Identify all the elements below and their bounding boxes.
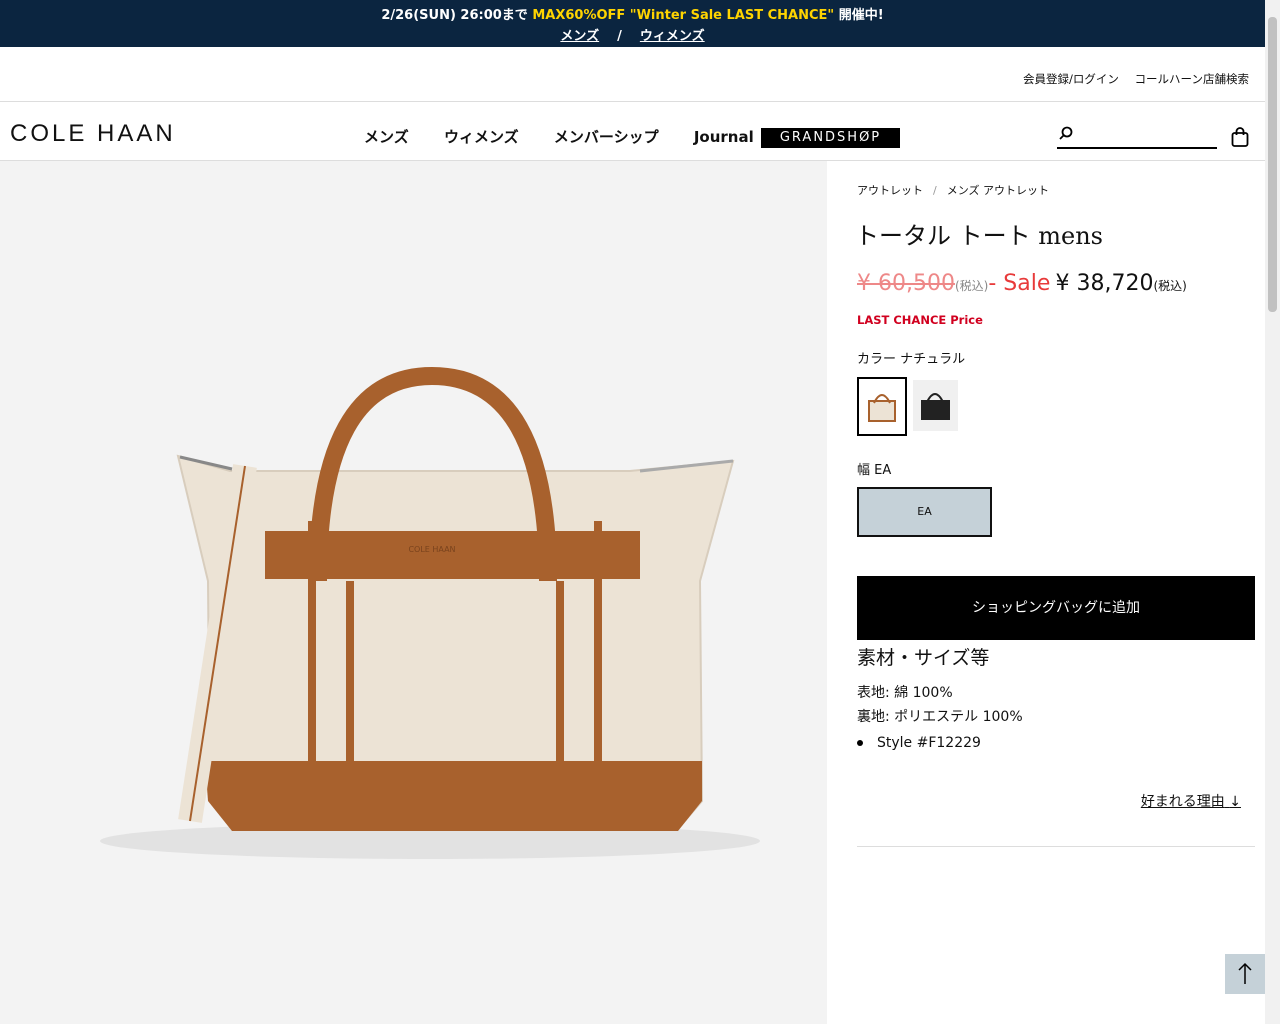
scrollbar-thumb[interactable] xyxy=(1268,17,1277,312)
last-chance-label: LAST CHANCE Price xyxy=(857,313,983,327)
divider xyxy=(857,846,1255,847)
sale-label: Sale xyxy=(1003,271,1051,296)
promo-link-men[interactable]: メンズ xyxy=(560,29,599,44)
sale-prefix: - xyxy=(988,271,1004,296)
nav-item-membership[interactable]: メンバーシップ xyxy=(554,126,659,147)
product-title: トータル トート mens xyxy=(855,222,1103,250)
breadcrumb-item-mens-outlet[interactable]: メンズ アウトレット xyxy=(947,184,1049,197)
nav-item-men[interactable]: メンズ xyxy=(364,126,409,147)
back-to-top-button[interactable] xyxy=(1225,954,1265,994)
search-icon[interactable] xyxy=(1059,126,1073,140)
promo-text: 2/26(SUN) 26:00まで MAX60%OFF "Winter Sale… xyxy=(0,4,1265,23)
sale-price: ¥ 38,720 xyxy=(1055,271,1154,296)
login-link[interactable]: 会員登録/ログイン xyxy=(1023,72,1119,86)
logo[interactable]: COLE HAAN xyxy=(10,120,176,148)
color-label: カラー ナチュラル xyxy=(857,352,966,367)
promo-date: 2/26(SUN) 26:00まで xyxy=(381,8,533,23)
svg-text:COLE HAAN: COLE HAAN xyxy=(408,545,455,554)
breadcrumb: アウトレット / メンズ アウトレット xyxy=(857,184,1049,197)
shopping-bag-icon[interactable] xyxy=(1231,127,1249,147)
tax-label-2: (税込) xyxy=(1153,279,1187,293)
promo-banner: 2/26(SUN) 26:00まで MAX60%OFF "Winter Sale… xyxy=(0,0,1265,47)
utility-bar: 会員登録/ログイン コールハーン店舗検索 xyxy=(0,47,1265,102)
swatch-thumbnail-natural xyxy=(868,394,896,422)
product-image-area[interactable]: COLE HAAN xyxy=(0,161,827,1024)
main-nav: メンズ ウィメンズ メンバーシップ Journal xyxy=(364,126,784,147)
promo-highlight: MAX60%OFF "Winter Sale LAST CHANCE" xyxy=(532,8,835,23)
price-block: ¥ 60,500(税込)- Sale ¥ 38,720(税込) xyxy=(857,271,1187,296)
breadcrumb-item-outlet[interactable]: アウトレット xyxy=(857,184,923,197)
promo-link-women[interactable]: ウィメンズ xyxy=(640,29,705,44)
product-image-tote-bag: COLE HAAN xyxy=(100,366,760,859)
swatch-thumbnail-black xyxy=(921,393,950,420)
tax-label: (税込) xyxy=(954,279,989,293)
reasons-link[interactable]: 好まれる理由 ↓ xyxy=(1141,791,1241,811)
nav-item-women[interactable]: ウィメンズ xyxy=(444,126,519,147)
main-header: COLE HAAN メンズ ウィメンズ メンバーシップ Journal GRAN… xyxy=(0,102,1265,161)
nav-item-journal[interactable]: Journal xyxy=(694,128,754,146)
grandshop-link[interactable]: GRANDSHØP xyxy=(761,128,900,148)
page-scrollbar[interactable] xyxy=(1265,0,1280,1024)
arrow-down-icon: ↓ xyxy=(1229,794,1241,810)
promo-separator: / xyxy=(617,29,622,44)
width-label: 幅 EA xyxy=(857,463,892,478)
width-option-ea[interactable]: EA xyxy=(857,487,992,537)
style-number: Style #F12229 xyxy=(877,735,981,751)
material-lining: 裏地: ポリエステル 100% xyxy=(857,709,1023,725)
add-to-bag-button[interactable]: ショッピングバッグに追加 xyxy=(857,576,1255,640)
bullet-icon xyxy=(857,740,863,746)
color-swatch-black[interactable] xyxy=(913,380,958,431)
style-number-item: Style #F12229 xyxy=(857,735,981,751)
original-price: ¥ 60,500 xyxy=(857,271,955,296)
material-outer: 表地: 綿 100% xyxy=(857,685,953,701)
promo-suffix: 開催中! xyxy=(834,8,884,23)
store-search-link[interactable]: コールハーン店舗検索 xyxy=(1135,72,1249,86)
materials-heading: 素材・サイズ等 xyxy=(857,647,990,669)
search-input[interactable] xyxy=(1057,125,1217,149)
color-swatch-natural[interactable] xyxy=(857,377,907,436)
arrow-up-icon xyxy=(1238,962,1252,984)
